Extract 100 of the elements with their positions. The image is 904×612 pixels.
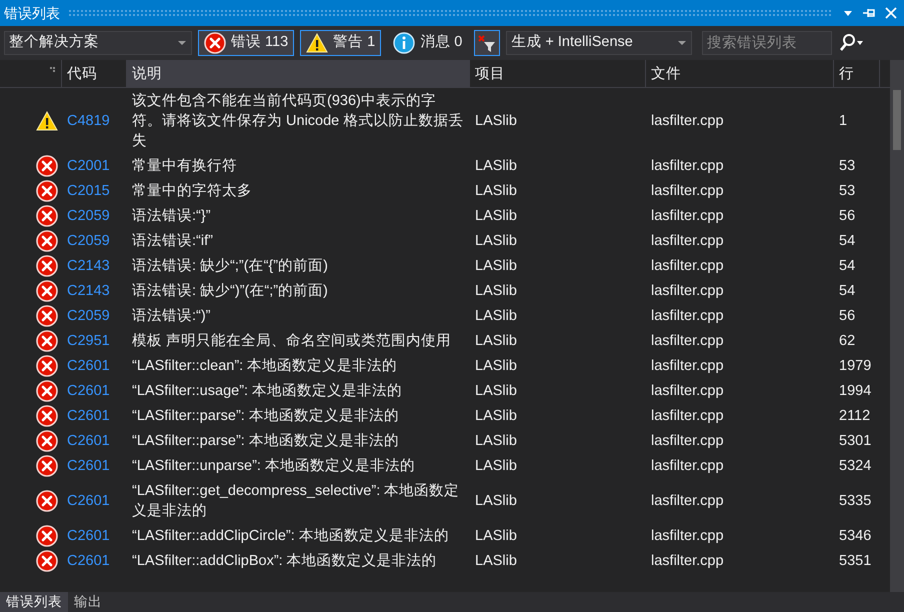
error-code-link[interactable]: C2059 <box>62 203 127 228</box>
error-icon <box>36 204 58 226</box>
file-cell-text: lasfilter.cpp <box>650 382 725 400</box>
error-icon <box>36 430 58 452</box>
error-code-link[interactable]: C2601 <box>62 548 127 573</box>
column-header[interactable]: 行 <box>834 60 880 87</box>
column-header[interactable]: 说明 <box>127 60 470 87</box>
line-cell-text: 62 <box>838 332 856 350</box>
source-dropdown[interactable]: 生成 + IntelliSense <box>506 31 692 55</box>
error-code-link[interactable]: C2601 <box>62 353 127 378</box>
caret-icon[interactable] <box>177 38 187 48</box>
description-text: 语法错误: 缺少“)”(在“;”的前面) <box>131 282 329 300</box>
panel-tab[interactable]: 输出 <box>68 592 108 612</box>
line-cell-text: 56 <box>838 306 856 326</box>
error-code-link[interactable]: C4819 <box>62 108 127 133</box>
line-cell-text: 5346 <box>838 526 872 546</box>
error-icon <box>36 404 58 426</box>
file-cell-text: lasfilter.cpp <box>650 432 725 450</box>
search-field[interactable]: 搜索错误列表 <box>702 31 832 55</box>
error-code-link[interactable]: C2601 <box>62 453 127 478</box>
project-cell-text: LASlib <box>474 382 518 400</box>
error-code-link[interactable]: C2951 <box>62 328 127 353</box>
line-cell-text: 5335 <box>838 492 872 510</box>
error-icon <box>36 330 58 352</box>
error-filter-button[interactable]: 错误 113 <box>198 30 294 56</box>
scope-dropdown[interactable]: 整个解决方案 <box>4 31 192 55</box>
info-icon <box>393 32 416 54</box>
line-cell-text: 53 <box>838 182 856 200</box>
description-text: “LASfilter::clean”: 本地函数定义是非法的 <box>131 356 398 376</box>
project-cell-text: LASlib <box>474 432 518 450</box>
file-cell-text: lasfilter.cpp <box>650 492 725 510</box>
error-icon <box>36 550 58 572</box>
description-text: “LASfilter::get_decompress_selective”: 本地函数定义是非法的 <box>131 482 460 520</box>
line-cell-text: 54 <box>838 282 856 300</box>
scrollbar-thumb[interactable] <box>893 90 901 150</box>
error-icon <box>36 304 58 326</box>
file-cell-text: lasfilter.cpp <box>650 456 725 476</box>
panel-tab[interactable]: 错误列表 <box>0 592 68 612</box>
description-text: “LASfilter::unparse”: 本地函数定义是非法的 <box>131 456 416 476</box>
error-icon <box>36 454 58 476</box>
file-cell-text: lasfilter.cpp <box>650 232 725 250</box>
error-icon <box>36 490 58 512</box>
column-header[interactable]: 项目 <box>470 60 646 87</box>
file-cell-text: lasfilter.cpp <box>650 156 725 176</box>
project-cell-text: LASlib <box>474 156 518 176</box>
description-text: 常量中的字符太多 <box>131 182 253 200</box>
description-text: 语法错误:“)” <box>131 306 212 326</box>
error-code-link[interactable]: C2015 <box>62 178 127 203</box>
file-cell-text: lasfilter.cpp <box>650 356 725 376</box>
error-code-link[interactable]: C2059 <box>62 228 127 253</box>
search-icon[interactable] <box>838 33 864 53</box>
scrollbar[interactable] <box>890 60 904 592</box>
line-cell-text: 1979 <box>838 356 872 376</box>
error-icon <box>36 230 58 252</box>
error-code-link[interactable]: C2601 <box>62 488 127 513</box>
error-code-link[interactable]: C2601 <box>62 428 127 453</box>
file-cell-text: lasfilter.cpp <box>650 552 725 570</box>
error-code-link[interactable]: C2001 <box>62 153 127 178</box>
column-header[interactable]: 文件 <box>646 60 834 87</box>
grip-icon[interactable] <box>48 66 56 74</box>
project-cell-text: LASlib <box>474 552 518 570</box>
project-cell-text: LASlib <box>474 112 518 130</box>
file-cell-text: lasfilter.cpp <box>650 206 725 226</box>
file-cell-text: lasfilter.cpp <box>650 306 725 326</box>
error-icon <box>36 280 58 302</box>
file-cell-text: lasfilter.cpp <box>650 282 725 300</box>
error-code-link[interactable]: C2601 <box>62 403 127 428</box>
description-text: “LASfilter::addClipBox”: 本地函数定义是非法的 <box>131 552 438 570</box>
info-filter-button[interactable]: 消息 0 <box>387 30 468 56</box>
project-cell-text: LASlib <box>474 256 518 276</box>
line-cell-text: 56 <box>838 206 856 226</box>
error-code-link[interactable]: C2601 <box>62 378 127 403</box>
description-text: “LASfilter::usage”: 本地函数定义是非法的 <box>131 382 404 400</box>
project-cell-text: LASlib <box>474 206 518 226</box>
error-icon <box>204 32 226 54</box>
caret-icon[interactable] <box>677 38 688 48</box>
line-cell-text: 1 <box>838 112 848 130</box>
clear-filter-button[interactable] <box>474 30 500 56</box>
description-text: “LASfilter::addClipCircle”: 本地函数定义是非法的 <box>131 526 450 546</box>
error-icon <box>36 524 58 546</box>
project-cell-text: LASlib <box>474 492 518 510</box>
project-cell-text: LASlib <box>474 282 518 300</box>
file-cell-text: lasfilter.cpp <box>650 256 725 276</box>
project-cell-text: LASlib <box>474 232 518 250</box>
project-cell-text: LASlib <box>474 456 518 476</box>
line-cell-text: 2112 <box>838 406 872 426</box>
description-text: 语法错误:“if” <box>131 232 214 250</box>
line-cell-text: 5351 <box>838 552 872 570</box>
description-text: 语法错误: 缺少“;”(在“{”的前面) <box>131 256 329 276</box>
line-cell-text: 5324 <box>838 456 872 476</box>
warning-filter-button[interactable]: 警告 1 <box>300 30 382 56</box>
error-icon <box>36 180 58 202</box>
error-code-link[interactable]: C2601 <box>62 523 127 548</box>
line-cell-text: 53 <box>838 156 856 176</box>
project-cell-text: LASlib <box>474 182 518 200</box>
error-code-link[interactable]: C2143 <box>62 278 127 303</box>
error-code-link[interactable]: C2143 <box>62 253 127 278</box>
description-text: 常量中有换行符 <box>131 156 238 176</box>
warning-icon <box>306 32 328 54</box>
error-code-link[interactable]: C2059 <box>62 303 127 328</box>
